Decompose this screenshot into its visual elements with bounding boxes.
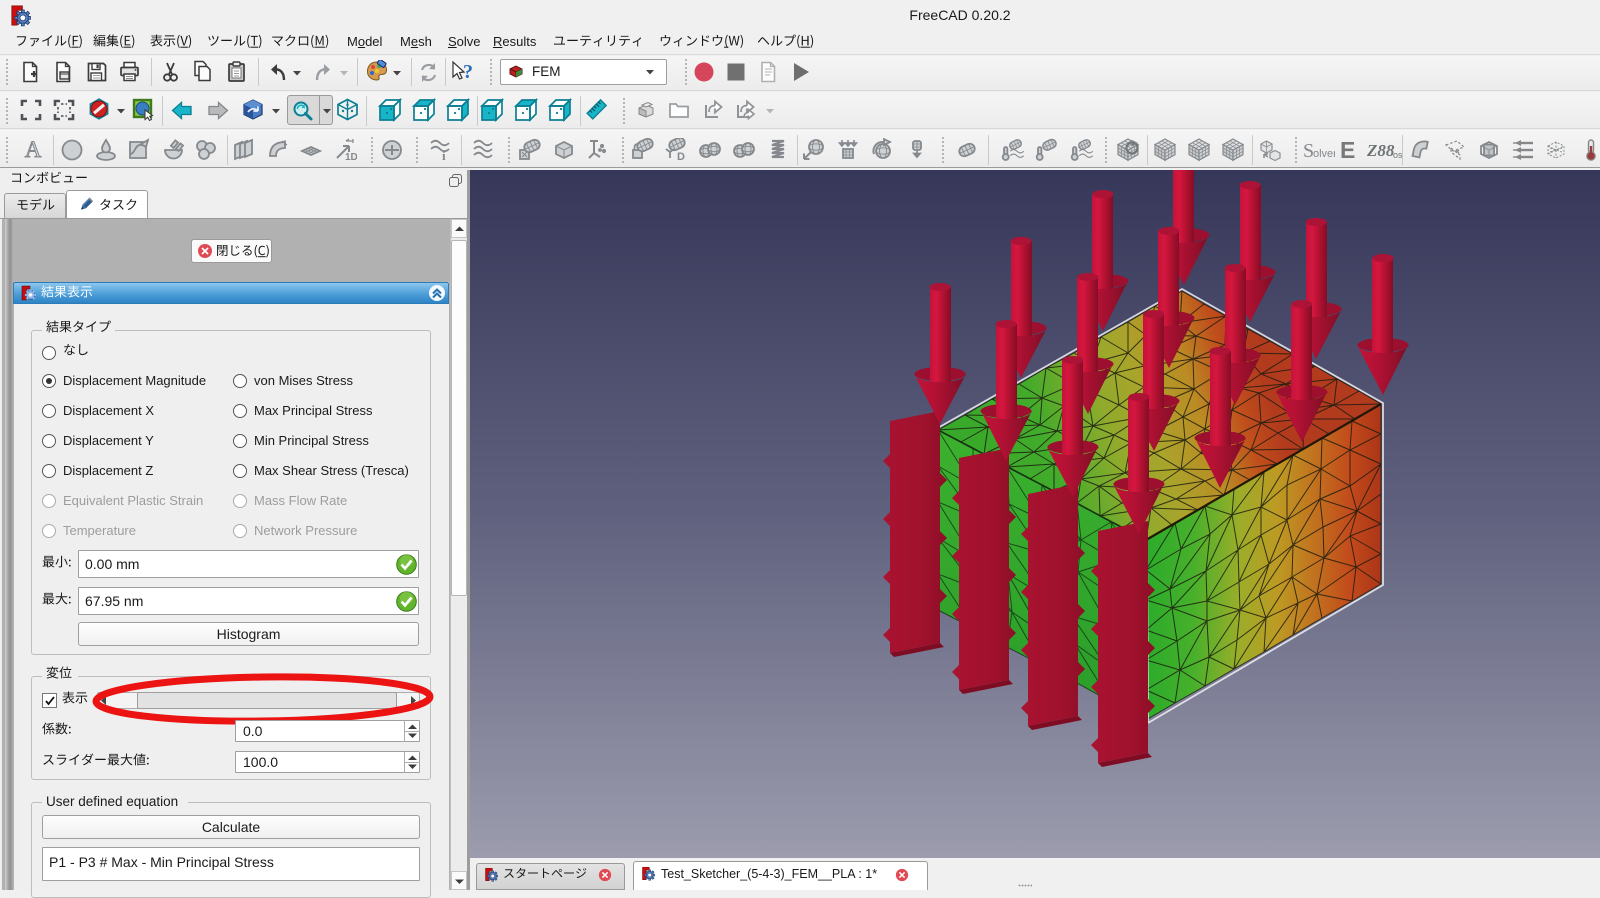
svg-text:A: A	[25, 138, 42, 162]
svg-text:1D: 1D	[345, 152, 357, 162]
svg-text:i: i	[442, 148, 446, 162]
svg-text:D: D	[677, 151, 685, 162]
svg-text:os: os	[1393, 150, 1402, 160]
svg-text:?: ?	[463, 61, 473, 83]
svg-text:E: E	[1340, 138, 1355, 162]
svg-text:olver: olver	[1313, 148, 1335, 160]
svg-text:Z88: Z88	[1366, 141, 1395, 160]
